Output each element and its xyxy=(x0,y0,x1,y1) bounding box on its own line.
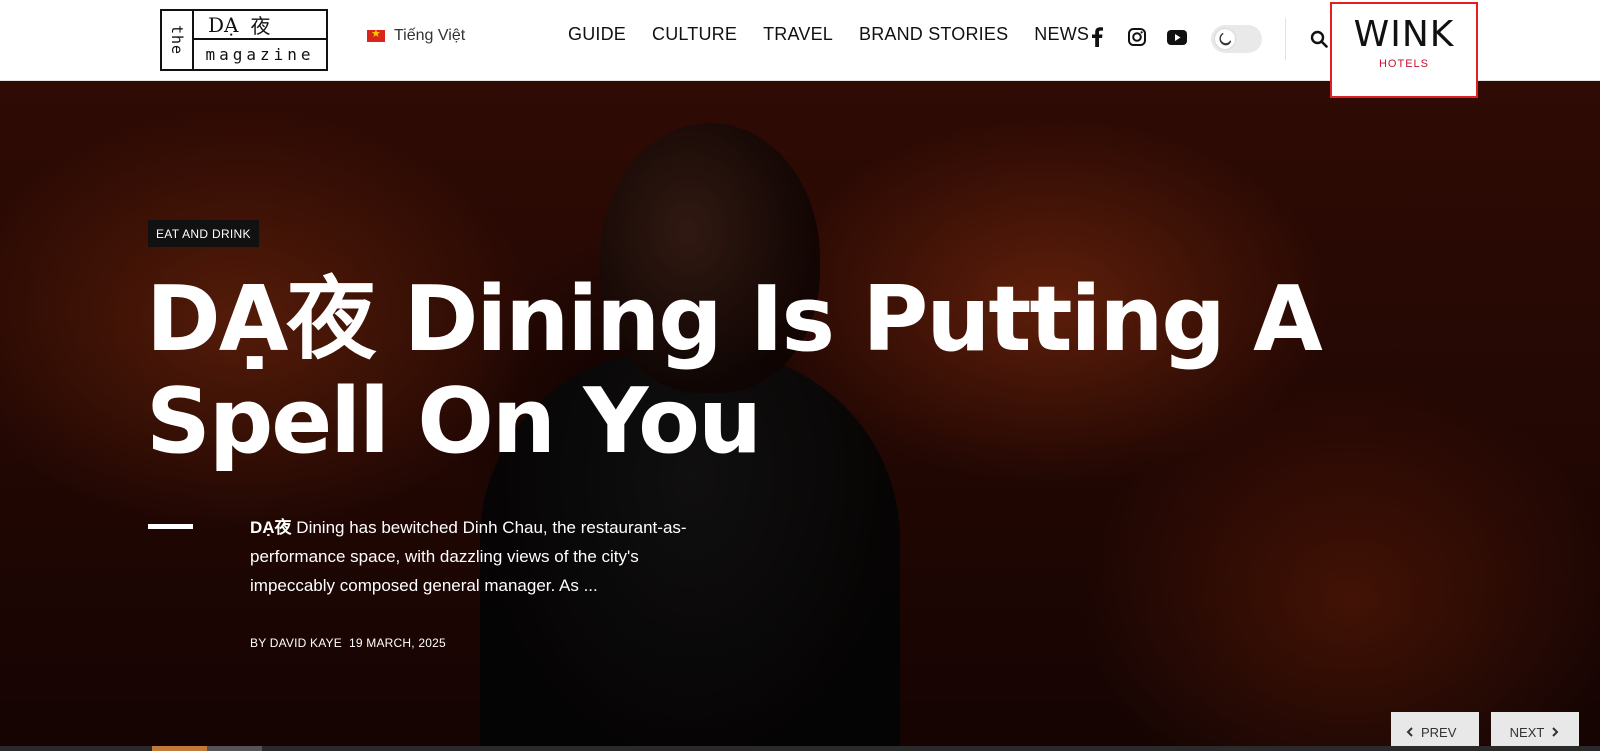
category-tag[interactable]: EAT AND DRINK xyxy=(148,220,259,247)
logo-ye: 夜 xyxy=(250,14,271,38)
logo-top: DẠ 夜 xyxy=(194,11,326,40)
article-byline: BY DAVID KAYE 19 MARCH, 2025 xyxy=(250,636,446,650)
slide-progress xyxy=(0,746,1600,751)
youtube-icon[interactable] xyxy=(1166,26,1188,48)
search-button[interactable] xyxy=(1307,27,1331,51)
article-title[interactable]: DẠ夜 Dining Is Putting A Spell On You xyxy=(146,269,1446,473)
logo-right: DẠ 夜 magazine xyxy=(194,11,326,69)
site-logo[interactable]: the DẠ 夜 magazine xyxy=(160,9,328,71)
ad-brand: WINK xyxy=(1353,14,1455,55)
nav-guide[interactable]: GUIDE xyxy=(568,24,626,45)
vietnam-flag-icon xyxy=(367,27,385,42)
article-excerpt: DẠ夜 Dining has bewitched Dinh Chau, the … xyxy=(250,513,720,600)
wink-hotels-ad[interactable]: WINK HOTELS xyxy=(1330,2,1478,98)
site-header: the DẠ 夜 magazine Tiếng Việt GUIDE CULTU… xyxy=(0,0,1600,98)
chevron-right-icon xyxy=(1552,727,1559,737)
language-label: Tiếng Việt xyxy=(394,27,466,44)
instagram-icon[interactable] xyxy=(1126,26,1148,48)
slide-indicator[interactable] xyxy=(207,746,262,751)
nav-news[interactable]: NEWS xyxy=(1034,24,1089,45)
social-links xyxy=(1086,26,1188,48)
ad-sub: HOTELS xyxy=(1378,58,1429,70)
header-divider xyxy=(1285,18,1286,60)
facebook-icon[interactable] xyxy=(1086,26,1108,48)
excerpt-lead: DẠ夜 xyxy=(250,518,292,537)
excerpt-rest: Dining has bewitched Dinh Chau, the rest… xyxy=(250,518,687,595)
chevron-left-icon xyxy=(1406,727,1413,737)
excerpt-dash xyxy=(148,524,193,529)
prev-label: PREV xyxy=(1421,724,1457,740)
logo-the-text: the xyxy=(168,24,186,56)
logo-the: the xyxy=(162,11,194,69)
dark-mode-toggle[interactable] xyxy=(1211,25,1262,53)
next-label: NEXT xyxy=(1509,724,1545,740)
slide-indicator-active[interactable] xyxy=(152,746,207,751)
article-date: 19 MARCH, 2025 xyxy=(348,636,446,650)
search-icon xyxy=(1310,30,1328,48)
hero-slide[interactable]: EAT AND DRINK DẠ夜 Dining Is Putting A Sp… xyxy=(0,81,1600,751)
nav-brand-stories[interactable]: BRAND STORIES xyxy=(859,24,1008,45)
logo-da: DẠ xyxy=(208,12,239,37)
logo-magazine: magazine xyxy=(205,45,315,64)
language-switcher[interactable]: Tiếng Việt xyxy=(367,27,465,45)
article-author[interactable]: BY DAVID KAYE xyxy=(250,636,342,650)
main-nav: GUIDE CULTURE TRAVEL BRAND STORIES NEWS xyxy=(568,24,1089,45)
nav-culture[interactable]: CULTURE xyxy=(652,24,737,45)
moon-icon xyxy=(1215,29,1235,49)
nav-travel[interactable]: TRAVEL xyxy=(763,24,833,45)
